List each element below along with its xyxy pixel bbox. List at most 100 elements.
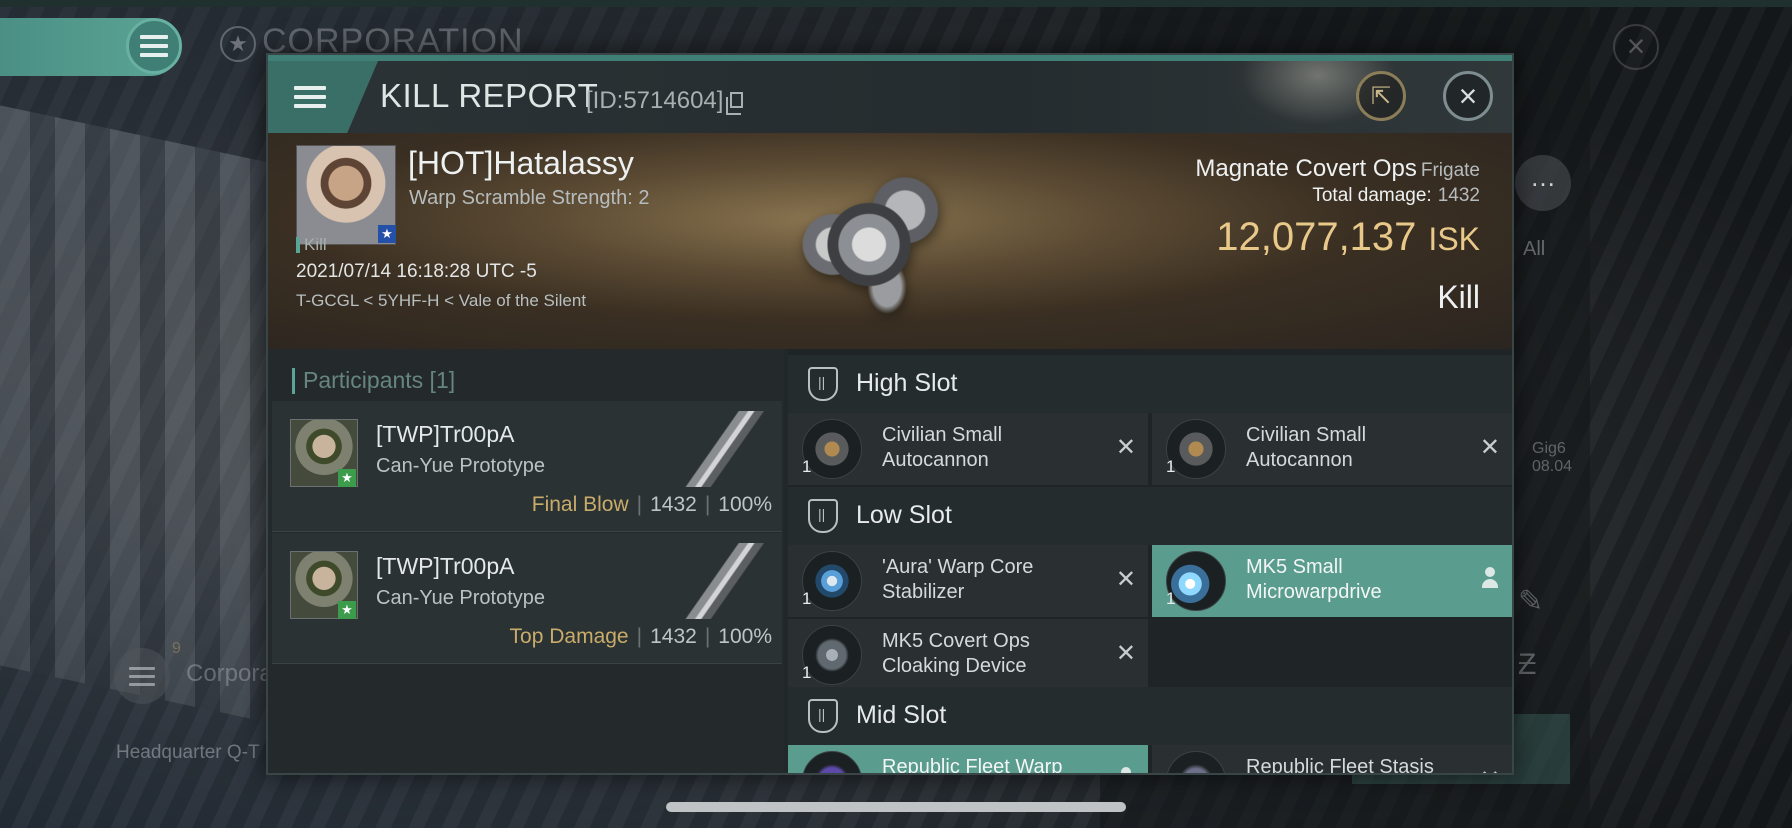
kill-report-id: [ID:5714604]	[586, 87, 724, 114]
background-gig-label: Gig6 08.04	[1532, 440, 1572, 476]
destroyed-icon: ✕	[1115, 640, 1136, 667]
kill-result: Kill	[1437, 279, 1480, 315]
main-menu-button[interactable]	[126, 18, 182, 74]
victim-name[interactable]: [HOT]Hatalassy	[408, 145, 634, 182]
kill-report-dialog: KILL REPORT [ID:5714604] ⇱ × ★ [HOT]Hata…	[266, 53, 1514, 775]
sort-icon[interactable]: Ƶ	[1518, 648, 1536, 682]
kill-tag-label: Kill	[304, 235, 327, 254]
background-close-icon[interactable]: ×	[1613, 24, 1659, 70]
destroyed-icon: ✕	[1115, 434, 1136, 461]
gig-line-1: Gig6	[1532, 440, 1566, 457]
destroyed-icon: ✕	[1479, 434, 1500, 461]
victim-ship: Magnate Covert Ops Frigate	[1195, 155, 1480, 183]
module-item[interactable]: Republic Fleet Stasis ✕	[1152, 745, 1512, 775]
module-name: MK5 Covert Ops Cloaking Device	[882, 630, 1030, 677]
background-all-tab[interactable]: All	[1523, 238, 1545, 261]
ship-name: Magnate Covert Ops	[1195, 155, 1417, 182]
total-damage: Total damage: 1432	[1312, 185, 1480, 207]
participants-heading: Participants [1]	[292, 367, 455, 394]
fitting-panel: High Slot 1 Civilian Small Autocannon ✕ …	[788, 349, 1512, 775]
corp-count: 9	[172, 640, 181, 657]
star-icon: ★	[338, 601, 356, 619]
destroyed-icon: ✕	[1115, 566, 1136, 593]
isk-unit: ISK	[1428, 221, 1480, 257]
module-quantity: 1	[802, 589, 812, 608]
participants-heading-label: Participants [1]	[303, 367, 456, 393]
warp-disruptor-icon	[802, 751, 862, 773]
divider: |	[704, 493, 711, 516]
top-strip	[0, 0, 1792, 7]
corporation-star-icon: ★	[220, 26, 256, 62]
module-name: Republic Fleet Stasis	[1246, 756, 1434, 775]
module-quantity: 1	[802, 663, 812, 682]
participant-row[interactable]: ★ [TWP]Tr00pA Can-Yue Prototype Top Dama…	[272, 533, 782, 664]
divider: |	[704, 625, 711, 648]
dialog-menu-button[interactable]	[268, 61, 378, 133]
home-indicator[interactable]	[666, 802, 1126, 812]
high-slot-header: High Slot	[788, 355, 1512, 413]
slot-icon	[808, 367, 838, 401]
participants-panel: Participants [1] ★ [TWP]Tr00pA Can-Yue P…	[268, 349, 784, 773]
participant-stats: Top Damage | 1432 | 100%	[510, 625, 772, 649]
victim-ship-image[interactable]	[788, 151, 968, 321]
copy-icon[interactable]	[726, 92, 743, 115]
module-item[interactable]: 1 MK5 Covert Ops Cloaking Device ✕	[788, 619, 1148, 691]
warp-scramble-strength: Warp Scramble Strength: 2	[409, 187, 650, 209]
module-name: MK5 Small Microwarpdrive	[1246, 556, 1382, 603]
destroyed-icon: ✕	[1480, 765, 1500, 773]
weapon-image	[672, 543, 776, 619]
kill-tag: Kill	[296, 235, 327, 255]
module-name: 'Aura' Warp Core Stabilizer	[882, 556, 1034, 603]
module-item[interactable]: 1 Civilian Small Autocannon ✕	[788, 413, 1148, 485]
low-slot-title: Low Slot	[856, 501, 952, 529]
module-item[interactable]: Republic Fleet Warp	[788, 745, 1148, 775]
dropped-item-icon	[1480, 565, 1500, 591]
module-item[interactable]: 1 'Aura' Warp Core Stabilizer ✕	[788, 545, 1148, 617]
edit-icon[interactable]: ✎	[1518, 584, 1543, 619]
slot-icon	[808, 499, 838, 533]
menu-icon	[294, 81, 326, 113]
stasis-webifier-icon	[1166, 751, 1226, 773]
module-quantity: 1	[1166, 457, 1176, 476]
module-name: Republic Fleet Warp	[882, 756, 1063, 775]
participant-damage: 1432	[650, 625, 697, 648]
participant-name: [TWP]Tr00pA	[376, 421, 515, 447]
module-quantity: 1	[1166, 589, 1176, 608]
dialog-title: KILL REPORT	[380, 77, 599, 114]
star-icon: ★	[378, 225, 396, 243]
participant-name: [TWP]Tr00pA	[376, 553, 515, 579]
divider: |	[636, 493, 643, 516]
star-icon: ★	[338, 469, 356, 487]
participant-percent: 100%	[718, 493, 772, 516]
divider: |	[636, 625, 643, 648]
final-blow-label: Final Blow	[531, 493, 629, 516]
total-damage-value: 1432	[1437, 185, 1480, 206]
victim-banner: ★ [HOT]Hatalassy Warp Scramble Strength:…	[268, 133, 1512, 349]
high-slot-title: High Slot	[856, 369, 958, 397]
menu-icon	[129, 662, 155, 691]
module-quantity: 1	[802, 457, 812, 476]
module-item[interactable]: 1 MK5 Small Microwarpdrive	[1152, 545, 1512, 617]
close-button[interactable]: ×	[1443, 71, 1493, 121]
dropped-item-icon	[1116, 765, 1136, 773]
top-damage-label: Top Damage	[509, 625, 629, 648]
more-options-icon[interactable]: …	[1515, 155, 1571, 211]
mid-slot-title: Mid Slot	[856, 701, 947, 729]
gig-line-2: 08.04	[1532, 458, 1573, 475]
isk-amount: 12,077,137	[1216, 215, 1417, 259]
corporation-menu-button[interactable]	[114, 648, 170, 704]
module-name: Civilian Small Autocannon	[882, 424, 1003, 471]
participant-row[interactable]: ★ [TWP]Tr00pA Can-Yue Prototype Final Bl…	[272, 401, 782, 532]
kill-location[interactable]: T-GCGL < 5YHF-H < Vale of the Silent	[296, 291, 586, 311]
isk-value: 12,077,137 ISK	[1216, 215, 1480, 260]
headquarter-text: Headquarter Q-T	[116, 742, 260, 763]
module-name: Civilian Small Autocannon	[1246, 424, 1367, 471]
share-icon: ⇱	[1370, 82, 1392, 110]
slot-icon	[808, 699, 838, 733]
module-item[interactable]: 1 Civilian Small Autocannon ✕	[1152, 413, 1512, 485]
total-damage-label: Total damage:	[1312, 185, 1432, 206]
share-button[interactable]: ⇱	[1356, 71, 1406, 121]
participant-damage: 1432	[650, 493, 697, 516]
low-slot-header: Low Slot	[788, 487, 1512, 545]
close-icon: ×	[1458, 77, 1478, 114]
